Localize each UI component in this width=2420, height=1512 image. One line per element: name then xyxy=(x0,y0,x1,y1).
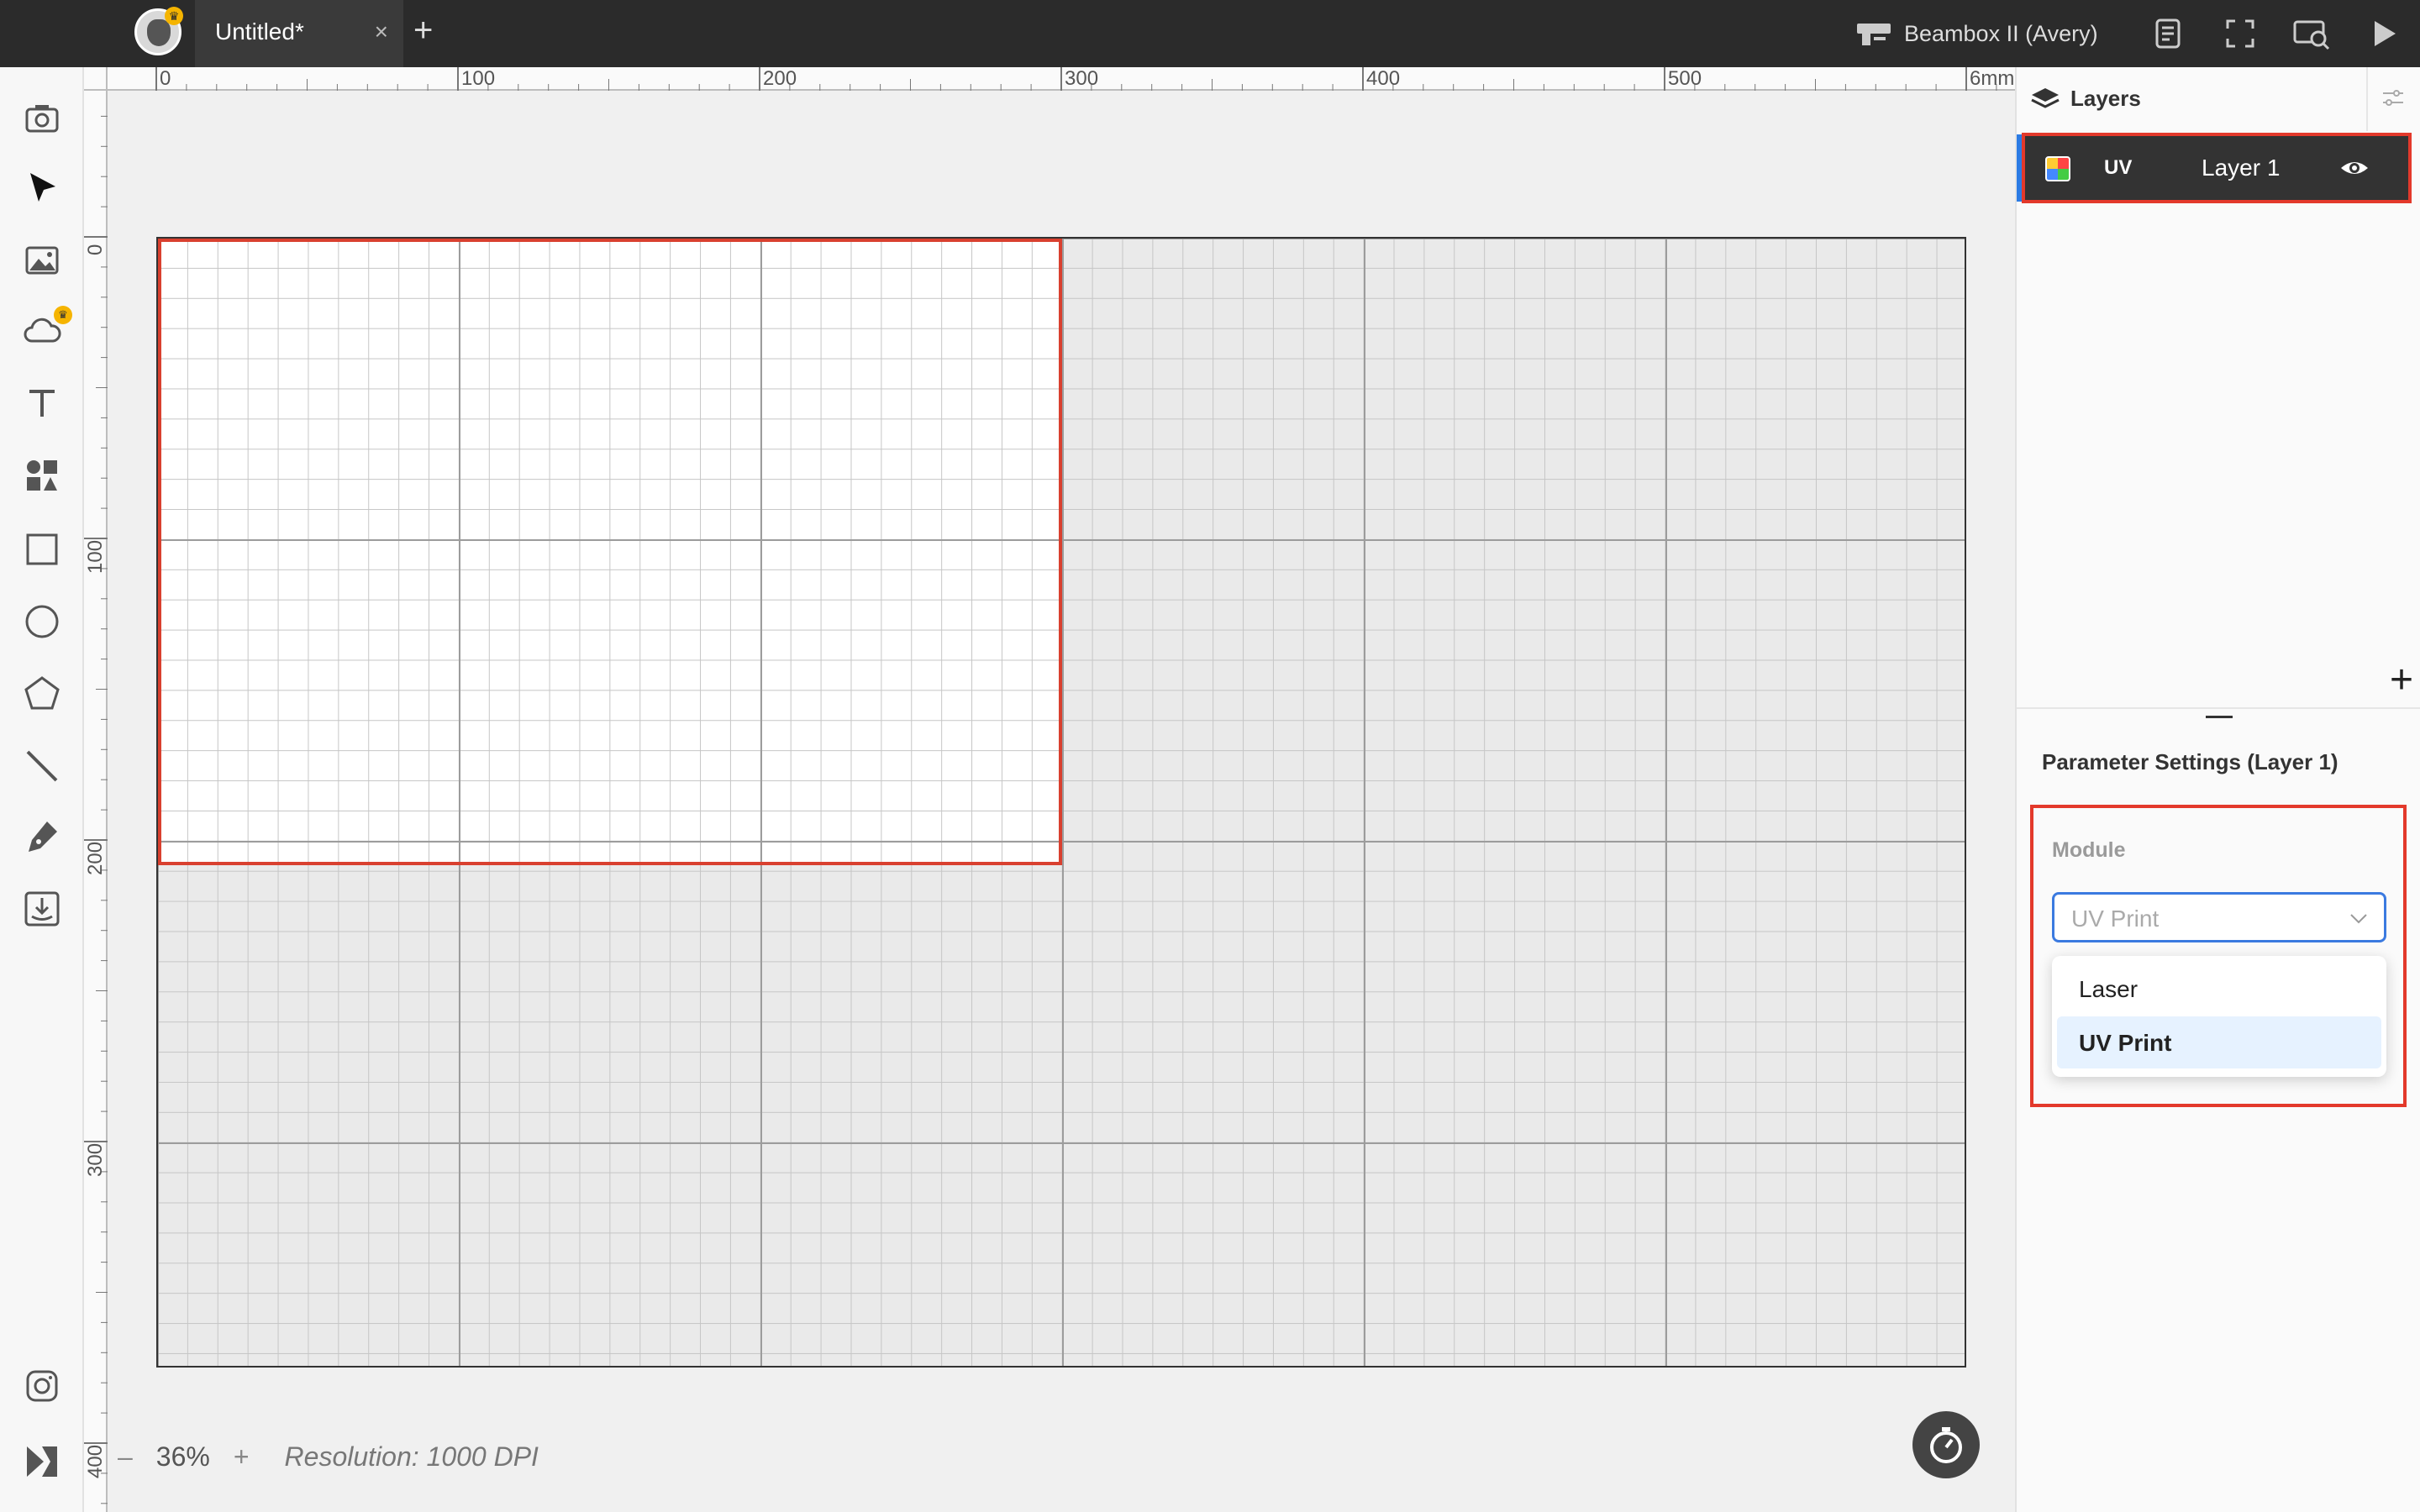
divider xyxy=(2017,707,2420,709)
add-layer-button[interactable]: + xyxy=(2390,660,2413,701)
ruler-vertical: 0 100 200 300 400 xyxy=(84,91,108,1512)
layer-color-swatch[interactable] xyxy=(2045,156,2070,181)
machine-selector[interactable]: Beambox II (Avery) xyxy=(1855,15,2098,52)
layers-icon xyxy=(2031,88,2060,108)
layers-title: Layers xyxy=(2070,86,2141,111)
layer-selected-indicator xyxy=(2017,134,2022,202)
layer-row[interactable]: UV Layer 1 xyxy=(2017,133,2412,203)
pen-icon[interactable] xyxy=(22,816,62,857)
option-label: UV Print xyxy=(2079,1030,2172,1056)
zoom-in-button[interactable]: + xyxy=(234,1441,250,1473)
uv-print-area xyxy=(158,239,1062,865)
ruler-label: 6mm xyxy=(1970,67,2015,90)
right-panel: Layers UV Layer 1 + Parameter Settings (… xyxy=(2015,67,2420,1512)
text-icon[interactable] xyxy=(22,383,62,423)
crown-icon: ♛ xyxy=(165,7,183,25)
crown-icon: ♛ xyxy=(54,306,72,324)
rectangle-icon[interactable] xyxy=(22,529,62,570)
canvas[interactable]: – 36% + Resolution: 1000 DPI xyxy=(108,91,2015,1512)
ruler-label: 400 xyxy=(1366,67,1401,90)
chevron-down-icon xyxy=(2350,914,2367,924)
zoom-out-button[interactable]: – xyxy=(118,1441,133,1473)
ruler-label: 100 xyxy=(461,67,496,90)
layer-module-badge: UV xyxy=(2104,156,2133,179)
divider xyxy=(2366,67,2368,131)
ruler-corner xyxy=(84,67,108,91)
option-laser[interactable]: Laser xyxy=(2057,963,2381,1015)
parameter-settings-title: Parameter Settings (Layer 1) xyxy=(2042,749,2338,774)
zoom-level[interactable]: 36% xyxy=(156,1441,210,1473)
design-market-icon[interactable] xyxy=(22,1441,62,1482)
add-tab-button[interactable]: + xyxy=(413,12,433,50)
play-icon[interactable] xyxy=(2366,17,2400,50)
camera-icon[interactable] xyxy=(22,97,62,138)
machine-name: Beambox II (Avery) xyxy=(1904,20,2098,46)
ruler-label: 200 xyxy=(84,841,107,875)
option-label: Laser xyxy=(2079,976,2139,1002)
preview-icon[interactable] xyxy=(2292,17,2331,50)
module-label: Module xyxy=(2052,838,2126,862)
tab-close-icon[interactable]: × xyxy=(375,18,388,45)
zoom-bar: – 36% + Resolution: 1000 DPI xyxy=(118,1438,539,1475)
stopwatch-icon xyxy=(1930,1427,1962,1463)
module-select-value: UV Print xyxy=(2071,906,2160,932)
ruler-label: 500 xyxy=(1668,67,1702,90)
layer-name[interactable]: Layer 1 xyxy=(2202,155,2280,181)
left-toolbar: ♛ xyxy=(0,67,84,1512)
module-dropdown-menu: Laser UV Print xyxy=(2052,956,2386,1077)
machine-icon xyxy=(1857,24,1891,45)
ruler-left-ticks xyxy=(84,115,108,1504)
shapes-icon[interactable] xyxy=(22,455,62,496)
eye-icon[interactable] xyxy=(2339,155,2370,181)
select-arrow-icon[interactable] xyxy=(22,168,62,208)
ruler-horizontal: 0 100 200 300 400 500 6mm xyxy=(108,67,2015,91)
ruler-label: 100 xyxy=(84,539,107,574)
ruler-top-ticks xyxy=(155,67,1997,91)
resolution-label: Resolution: 1000 DPI xyxy=(284,1441,539,1472)
module-select[interactable]: UV Print xyxy=(2052,892,2386,942)
tab-document[interactable]: Untitled* × xyxy=(195,0,403,67)
ruler-label: 0 xyxy=(160,67,171,90)
import-icon[interactable] xyxy=(22,889,62,929)
option-uv-print[interactable]: UV Print xyxy=(2057,1016,2381,1068)
ruler-label: 300 xyxy=(84,1142,107,1177)
document-icon[interactable] xyxy=(2151,17,2185,50)
ruler-label: 200 xyxy=(763,67,797,90)
module-settings-box: Module UV Print Laser UV Print xyxy=(2030,805,2407,1107)
resize-handle[interactable] xyxy=(2206,716,2233,718)
image-icon[interactable] xyxy=(22,240,62,281)
work-area[interactable] xyxy=(156,237,1966,1368)
layers-header: Layers xyxy=(2017,67,2420,131)
ellipse-icon[interactable] xyxy=(22,601,62,642)
ruler-label: 400 xyxy=(84,1444,107,1478)
instagram-icon[interactable] xyxy=(22,1366,62,1406)
fullscreen-icon[interactable] xyxy=(2223,17,2257,50)
tab-title: Untitled* xyxy=(215,18,304,45)
line-icon[interactable] xyxy=(22,746,62,786)
sliders-icon[interactable] xyxy=(2380,86,2407,113)
ruler-label: 300 xyxy=(1065,67,1099,90)
time-estimate-button[interactable] xyxy=(1912,1411,1980,1478)
top-bar: ♛ Untitled* × + Beambox II (Avery) xyxy=(0,0,2420,67)
polygon-icon[interactable] xyxy=(22,674,62,714)
ruler-label: 0 xyxy=(84,244,107,255)
